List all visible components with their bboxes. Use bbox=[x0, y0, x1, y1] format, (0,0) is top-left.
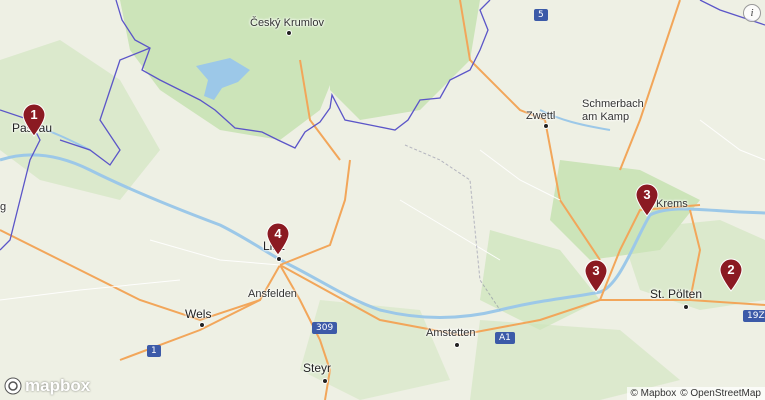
place-label-krems: Krems bbox=[656, 198, 688, 210]
info-icon[interactable]: i bbox=[743, 4, 761, 22]
road-shield-1: 1 bbox=[147, 345, 161, 357]
place-dot bbox=[276, 256, 282, 262]
road-shield-a1: A1 bbox=[495, 332, 515, 344]
place-dot bbox=[683, 304, 689, 310]
place-dot bbox=[286, 30, 292, 36]
place-label-wels: Wels bbox=[185, 307, 212, 321]
place-dot bbox=[199, 322, 205, 328]
marker-count: 3 bbox=[592, 263, 600, 278]
marker-count: 2 bbox=[727, 262, 735, 277]
mapbox-logo[interactable]: mapbox bbox=[4, 376, 90, 396]
map-marker-melk[interactable]: 3 bbox=[583, 259, 609, 293]
place-label-st-polten: St. Pölten bbox=[650, 287, 703, 301]
place-label-edge: g bbox=[0, 201, 7, 213]
map-marker-krems[interactable]: 3 bbox=[634, 183, 660, 217]
attribution: © Mapbox © OpenStreetMap bbox=[626, 387, 765, 400]
marker-count: 3 bbox=[643, 187, 651, 202]
place-label-amstetten: Amstetten bbox=[426, 327, 476, 339]
place-label-schmerbach: Schmerbach am Kamp bbox=[582, 98, 644, 123]
place-label-ansfelden: Ansfelden bbox=[248, 288, 297, 300]
road-shield-5: 5 bbox=[534, 9, 548, 21]
road-shield-309: 309 bbox=[312, 322, 338, 334]
attribution-osm-link[interactable]: © OpenStreetMap bbox=[680, 388, 761, 399]
map-marker-linz[interactable]: 4 bbox=[265, 222, 291, 256]
place-dot bbox=[543, 123, 549, 129]
road-shield-19z: 19Z bbox=[743, 310, 765, 322]
place-dot bbox=[322, 378, 328, 384]
marker-count: 1 bbox=[30, 107, 38, 122]
mapbox-logo-icon bbox=[4, 377, 22, 395]
mapbox-logo-text: mapbox bbox=[25, 376, 91, 395]
place-dot bbox=[454, 342, 460, 348]
attribution-mapbox-link[interactable]: © Mapbox bbox=[631, 388, 677, 399]
place-label-steyr: Steyr bbox=[303, 361, 332, 375]
map-marker-passau[interactable]: 1 bbox=[21, 103, 47, 137]
map-marker-east[interactable]: 2 bbox=[718, 258, 744, 292]
place-label-cesky-krumlov: Český Krumlov bbox=[250, 17, 324, 29]
map-canvas[interactable]: Český Krumlov Passau Zwettl Schmerbach a… bbox=[0, 0, 765, 400]
place-label-zwettl: Zwettl bbox=[526, 110, 556, 122]
marker-count: 4 bbox=[274, 226, 282, 241]
